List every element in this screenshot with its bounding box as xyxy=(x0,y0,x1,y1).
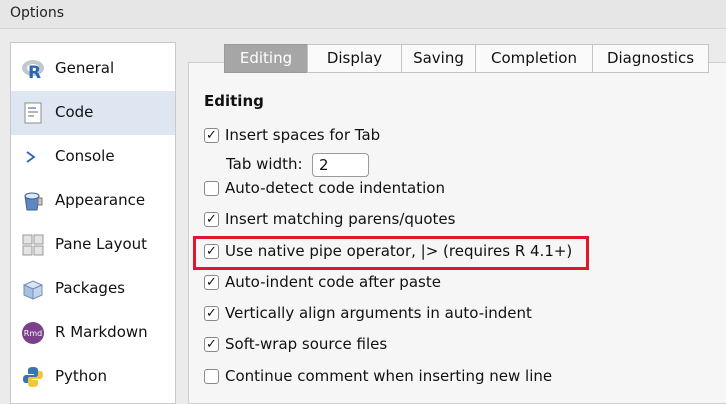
title-bar: Options xyxy=(0,0,726,29)
checkbox[interactable]: ✓ xyxy=(204,212,219,227)
sidebar-item-pane-layout[interactable]: Pane Layout xyxy=(11,223,175,267)
tab-width-label: Tab width: xyxy=(226,155,303,173)
checkbox[interactable]: ✓ xyxy=(204,306,219,321)
sidebar-item-label: Appearance xyxy=(55,191,146,209)
option-label: Continue comment when inserting new line xyxy=(225,367,553,385)
tab-saving[interactable]: Saving xyxy=(401,44,476,73)
sidebar-item-label: Python xyxy=(55,367,107,385)
window-title: Options xyxy=(10,5,65,21)
sidebar-item-appearance[interactable]: Appearance xyxy=(11,179,175,223)
option-label: Soft-wrap source files xyxy=(225,335,388,353)
sidebar-item-label: Pane Layout xyxy=(55,235,148,253)
sidebar-item-console[interactable]: Console xyxy=(11,135,175,179)
tab-completion[interactable]: Completion xyxy=(475,44,593,73)
sidebar-item-label: Code xyxy=(55,103,94,121)
tab-display[interactable]: Display xyxy=(307,44,402,73)
sidebar-item-general[interactable]: R General xyxy=(11,47,175,91)
sidebar-item-label: R Markdown xyxy=(55,323,148,341)
section-title: Editing xyxy=(204,92,264,110)
tab-width-input[interactable] xyxy=(312,153,369,177)
checkbox[interactable] xyxy=(204,181,219,196)
sidebar-item-r-markdown[interactable]: Rmd R Markdown xyxy=(11,311,175,355)
option-label: Auto-detect code indentation xyxy=(225,179,445,197)
checkbox[interactable]: ✓ xyxy=(204,337,219,352)
options-sidebar: R General Code Console Appearance Pane L… xyxy=(10,42,176,404)
option-label: Insert matching parens/quotes xyxy=(225,210,456,228)
sidebar-item-packages[interactable]: Packages xyxy=(11,267,175,311)
highlight-box xyxy=(193,236,589,270)
sidebar-item-code[interactable]: Code xyxy=(11,91,175,135)
sidebar-item-python[interactable]: Python xyxy=(11,355,175,399)
svg-text:Rmd: Rmd xyxy=(24,329,42,338)
rmd-icon: Rmd xyxy=(21,321,45,345)
r-logo-icon: R xyxy=(21,57,45,83)
option-label: Auto-indent code after paste xyxy=(225,273,441,291)
sidebar-item-label: Console xyxy=(55,147,115,165)
svg-text:R: R xyxy=(28,63,41,81)
python-icon xyxy=(21,365,45,389)
checkbox[interactable]: ✓ xyxy=(204,275,219,290)
paint-bucket-icon xyxy=(21,189,45,213)
option-label: Vertically align arguments in auto-inden… xyxy=(225,304,532,322)
sidebar-item-label: Packages xyxy=(55,279,125,297)
code-document-icon xyxy=(21,101,45,125)
tab-diagnostics[interactable]: Diagnostics xyxy=(592,44,709,73)
checkbox[interactable]: ✓ xyxy=(204,128,219,143)
console-prompt-icon xyxy=(21,145,45,169)
pane-layout-icon xyxy=(21,233,45,257)
option-label: Insert spaces for Tab xyxy=(225,126,381,144)
tab-editing[interactable]: Editing xyxy=(224,44,308,73)
package-box-icon xyxy=(21,277,45,301)
checkbox[interactable] xyxy=(204,369,219,384)
sidebar-item-label: General xyxy=(55,59,115,77)
